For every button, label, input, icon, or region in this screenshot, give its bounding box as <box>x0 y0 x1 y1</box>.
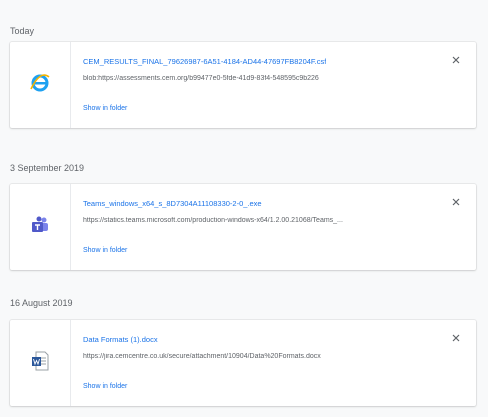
download-item: Data Formats (1).docx https://jira.cemce… <box>10 320 476 406</box>
file-name-link[interactable]: Data Formats (1).docx <box>83 335 158 344</box>
remove-button[interactable] <box>450 332 462 344</box>
file-url: blob:https://assessments.cem.org/b99477e… <box>83 75 319 82</box>
remove-button[interactable] <box>450 196 462 208</box>
close-icon <box>452 193 460 211</box>
show-in-folder-link[interactable]: Show in folder <box>83 383 127 390</box>
download-item: Teams_windows_x64_s_8D7304A11108330-2-0_… <box>10 184 476 270</box>
microsoft-teams-icon <box>30 215 50 240</box>
file-icon-container <box>10 42 71 128</box>
show-in-folder-link[interactable]: Show in folder <box>83 247 127 254</box>
download-item: CEM_RESULTS_FINAL_79626987-6A51-4184-AD4… <box>10 42 476 128</box>
date-heading: 16 August 2019 <box>10 298 73 308</box>
file-url: https://statics.teams.microsoft.com/prod… <box>83 217 343 224</box>
file-name-link[interactable]: CEM_RESULTS_FINAL_79626987-6A51-4184-AD4… <box>83 57 326 66</box>
date-heading: 3 September 2019 <box>10 163 85 173</box>
remove-button[interactable] <box>450 54 462 66</box>
date-heading-today: Today <box>10 26 35 36</box>
word-document-icon <box>31 351 49 376</box>
close-icon <box>452 329 460 347</box>
close-icon <box>452 51 460 69</box>
file-name-link[interactable]: Teams_windows_x64_s_8D7304A11108330-2-0_… <box>83 199 262 208</box>
internet-explorer-icon <box>29 72 51 99</box>
file-icon-container <box>10 320 71 406</box>
show-in-folder-link[interactable]: Show in folder <box>83 105 127 112</box>
file-icon-container <box>10 184 71 270</box>
file-url: https://jira.cemcentre.co.uk/secure/atta… <box>83 353 321 360</box>
